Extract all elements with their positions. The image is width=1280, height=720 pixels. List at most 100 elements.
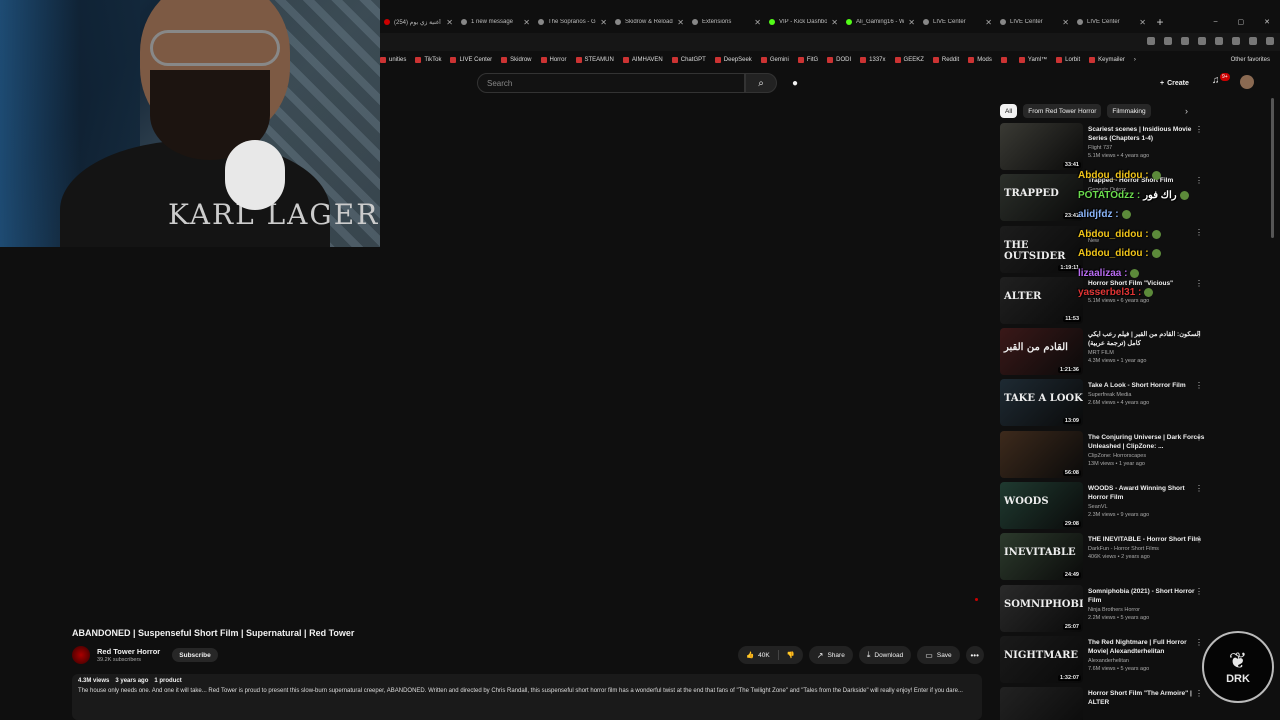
tab-close-icon[interactable]: ✕ — [677, 18, 684, 27]
tab-close-icon[interactable]: ✕ — [1139, 18, 1146, 27]
create-button[interactable]: + Create — [1160, 75, 1189, 91]
bookmark-item[interactable]: TikTok — [415, 57, 441, 63]
recommendation-channel[interactable]: MRT FILM — [1088, 350, 1205, 356]
video-thumbnail[interactable]: THE OUTSIDER 1:19:11 — [1000, 225, 1083, 273]
recommendation-item[interactable]: Horror Short Film "The Armoire" | ALTER ⋮ — [1000, 687, 1205, 720]
video-thumbnail[interactable]: SOMNIPHOBIA 25:07 — [1000, 584, 1083, 632]
notifications-button[interactable]: ♫ — [1212, 75, 1220, 86]
extension-icon[interactable] — [1232, 37, 1240, 45]
extension-icon[interactable] — [1215, 37, 1223, 45]
video-thumbnail[interactable] — [1000, 687, 1083, 720]
video-thumbnail[interactable]: 33:41 — [1000, 123, 1083, 170]
more-options-icon[interactable]: ⋮ — [1195, 484, 1203, 493]
read-aloud-icon[interactable] — [1181, 37, 1189, 45]
recommendation-title[interactable]: WOODS - Award Winning Short Horror Film — [1088, 484, 1205, 502]
bookmark-item[interactable]: ChatGPT — [671, 57, 706, 63]
recommendation-channel[interactable]: Ninja Brothers Horror — [1088, 607, 1205, 613]
voice-search-button[interactable]: ● — [787, 75, 803, 91]
bookmark-item[interactable]: Lorbit — [1056, 57, 1080, 63]
more-options-icon[interactable]: ⋮ — [1195, 330, 1203, 339]
more-options-icon[interactable]: ⋮ — [1195, 587, 1203, 596]
browser-tab[interactable]: LIVE Center ✕ — [919, 12, 996, 32]
bookmarks-more-icon[interactable]: › — [1134, 57, 1136, 63]
recommendation-item[interactable]: القادم من القبر 1:21:36 السكون: القادم من … — [1000, 328, 1205, 379]
video-player[interactable] — [0, 247, 990, 607]
bookmark-item[interactable]: unities — [380, 57, 406, 63]
video-thumbnail[interactable]: INEVITABLE 24:49 — [1000, 533, 1083, 581]
tab-close-icon[interactable]: ✕ — [908, 18, 915, 27]
close-window-button[interactable]: ✕ — [1264, 18, 1270, 26]
save-button[interactable]: ▭ Save — [917, 646, 960, 664]
recommendation-channel[interactable]: Flight 737 — [1088, 145, 1205, 151]
like-button[interactable]: 👍 40K — [738, 646, 778, 664]
more-options-icon[interactable]: ⋮ — [1195, 689, 1203, 698]
filter-chip[interactable]: Filmmaking — [1107, 104, 1151, 118]
search-button[interactable]: ⌕ — [745, 73, 777, 93]
bookmark-item[interactable]: AIMHAVEN — [622, 57, 663, 63]
maximize-button[interactable]: ▢ — [1238, 18, 1245, 26]
address-bar[interactable] — [380, 33, 1280, 51]
browser-tab[interactable]: Ali_Gaming16 - W... ✕ — [842, 12, 919, 32]
recommendation-item[interactable]: 56:08 The Conjuring Universe | Dark Force… — [1000, 430, 1205, 482]
browser-tab[interactable]: Extensions ✕ — [688, 12, 765, 32]
account-avatar[interactable] — [1240, 75, 1254, 89]
browser-tab[interactable]: The Sopranos - G... ✕ — [534, 12, 611, 32]
recommendation-title[interactable]: The Red Nightmare | Full Horror Movie| A… — [1088, 638, 1205, 656]
browser-tab[interactable]: VIP - Kick Dashbo... ✕ — [765, 12, 842, 32]
recommendation-title[interactable]: Horror Short Film "The Armoire" | ALTER — [1088, 689, 1205, 707]
minimize-button[interactable]: – — [1214, 18, 1218, 26]
tab-close-icon[interactable]: ✕ — [985, 18, 992, 27]
recommendation-title[interactable]: السكون: القادم من القبر | فيلم رعب ايكي … — [1088, 330, 1205, 348]
bookmark-item[interactable]: Reddit — [932, 57, 959, 63]
recommendation-channel[interactable]: Alexanderhelitan — [1088, 658, 1205, 664]
extension-icon[interactable] — [1198, 37, 1206, 45]
recommendation-title[interactable]: Take A Look - Short Horror Film — [1088, 381, 1205, 390]
filter-chip[interactable]: From Red Tower Horror — [1023, 104, 1102, 118]
recommendation-title[interactable]: The Conjuring Universe | Dark Forces Unl… — [1088, 433, 1205, 451]
video-thumbnail[interactable]: ALTER 11:53 — [1000, 276, 1083, 324]
more-options-icon[interactable]: ⋮ — [1195, 433, 1203, 442]
video-thumbnail[interactable]: القادم من القبر 1:21:36 — [1000, 328, 1083, 376]
more-options-icon[interactable]: ⋮ — [1195, 638, 1203, 647]
tab-close-icon[interactable]: ✕ — [831, 18, 838, 27]
recommendation-channel[interactable]: DarkFun - Horror Short Films — [1088, 546, 1205, 552]
recommendation-item[interactable]: SOMNIPHOBIA 25:07 Somniphobia (2021) - Sho… — [1000, 584, 1205, 636]
bookmark-item[interactable]: Yaml™ — [1018, 57, 1047, 63]
bookmark-item[interactable]: 1337x — [860, 57, 886, 63]
profile-icon[interactable] — [1249, 37, 1257, 45]
tab-close-icon[interactable]: ✕ — [523, 18, 530, 27]
chips-next-icon[interactable]: › — [1185, 106, 1188, 116]
recommendation-item[interactable]: NIGHTMARE 1:32:07 The Red Nightmare | Full… — [1000, 635, 1205, 687]
other-favorites[interactable]: Other favorites — [1228, 57, 1280, 63]
bookmark-item[interactable]: Gemini — [760, 57, 789, 63]
video-thumbnail[interactable]: TRAPPED 23:41 — [1000, 174, 1083, 222]
channel-avatar[interactable] — [72, 646, 90, 664]
subscribe-button[interactable]: Subscribe — [172, 648, 218, 662]
video-thumbnail[interactable]: TAKE A LOOK 13:09 — [1000, 379, 1083, 427]
bookmark-item[interactable]: Keymailer — [1089, 57, 1125, 63]
recommendation-channel[interactable]: ClipZone: Horrorscapes — [1088, 453, 1205, 459]
bookmark-item[interactable] — [1000, 57, 1010, 63]
video-thumbnail[interactable]: WOODS 29:08 — [1000, 482, 1083, 530]
tab-close-icon[interactable]: ✕ — [446, 18, 453, 27]
browser-tab[interactable]: Skidrow & Reload... ✕ — [611, 12, 688, 32]
recommendation-channel[interactable]: Superfreak Media — [1088, 392, 1205, 398]
more-actions-button[interactable]: ••• — [965, 646, 984, 664]
menu-icon[interactable] — [1266, 37, 1274, 45]
bookmark-item[interactable]: STEAMUN — [575, 57, 614, 63]
browser-tab[interactable]: 1 new message ✕ — [457, 12, 534, 32]
filter-chip[interactable]: All — [1000, 104, 1018, 118]
tab-close-icon[interactable]: ✕ — [600, 18, 607, 27]
favorite-star-icon[interactable] — [1164, 37, 1172, 45]
bookmark-item[interactable]: DeepSeek — [714, 57, 752, 63]
recommendation-channel[interactable]: SeanVL — [1088, 504, 1205, 510]
share-button[interactable]: ↗ Share — [808, 646, 853, 664]
channel-name[interactable]: Red Tower Horror — [97, 647, 160, 656]
bookmark-item[interactable]: Skidrow — [501, 57, 532, 63]
more-options-icon[interactable]: ⋮ — [1195, 535, 1203, 544]
extension-icon[interactable] — [1147, 37, 1155, 45]
browser-tab[interactable]: LIVE Center ✕ — [1073, 12, 1150, 32]
video-thumbnail[interactable]: NIGHTMARE 1:32:07 — [1000, 635, 1083, 683]
bookmark-item[interactable]: LIVE Center — [450, 57, 492, 63]
bookmark-item[interactable]: GEEKZ — [894, 57, 924, 63]
